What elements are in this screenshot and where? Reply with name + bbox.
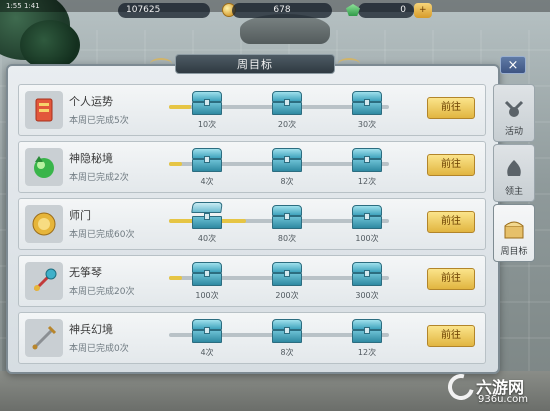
reward-chest-icon[interactable] [272,262,302,286]
reward-chest-icon[interactable] [352,262,382,286]
goal-name: 无筝琴 [69,266,102,279]
title-ornament-right [338,58,360,70]
tier-label: 20次 [277,120,297,129]
goal-name: 师门 [69,209,91,222]
weekly-goal-icon [504,221,524,239]
recharge-label: + [419,5,427,15]
jade-pendant-icon [25,262,63,300]
tier-label: 80次 [277,234,297,243]
tier-label: 300次 [355,291,379,300]
reward-chest-icon[interactable] [192,91,222,115]
goal-progress: 本周已完成5次 [69,116,129,126]
gold-coin-icon [25,205,63,243]
goal-row-qin: 无筝琴 本周已完成20次 100次 200次 300次 前往 [18,255,486,307]
goal-row-divine-weapon: 神兵幻境 本周已完成0次 4次 8次 12次 前往 [18,312,486,364]
gold-currency: 678 [222,2,332,18]
reward-chest-icon[interactable] [272,91,302,115]
go-button[interactable]: 前往 [427,325,475,347]
site-watermark: 六游网 936u.com [443,368,548,408]
silver-currency: 107625 [118,2,210,18]
tier-label: 12次 [357,348,377,357]
go-button[interactable]: 前往 [427,211,475,233]
reward-chest-icon[interactable] [192,319,222,343]
fortune-talisman-icon [25,91,63,129]
fountain-decoration [240,14,330,44]
watermark-url: 936u.com [478,394,528,405]
reward-chest-icon[interactable] [352,205,382,229]
tab-label: 周目标 [500,247,528,257]
reward-chest-icon[interactable] [192,148,222,172]
tab-weekly-goal[interactable]: 周目标 [493,204,535,262]
tier-label: 12次 [357,177,377,186]
tree-decoration [20,20,80,70]
reward-chest-icon[interactable] [352,148,382,172]
go-button[interactable]: 前往 [427,97,475,119]
tier-label: 10次 [197,120,217,129]
tier-label: 4次 [200,348,214,357]
close-button[interactable]: × [500,56,526,74]
green-spirit-icon [25,148,63,186]
tier-label: 8次 [280,177,294,186]
goal-progress: 本周已完成0次 [69,344,129,354]
tab-label: 活动 [504,127,523,137]
recharge-button[interactable]: + [414,2,432,18]
goal-progress: 本周已完成60次 [69,230,135,240]
goal-row-sect: 师门 本周已完成60次 40次 80次 100次 前往 [18,198,486,250]
activity-icon [504,100,524,117]
panel-title: 周目标 [175,54,335,74]
tab-lord[interactable]: 领主 [493,144,535,202]
goal-progress: 本周已完成20次 [69,287,135,297]
gem-amount: 0 [400,5,406,15]
go-button[interactable]: 前往 [427,268,475,290]
goal-name: 神兵幻境 [69,323,113,336]
tier-label: 40次 [197,234,217,243]
gem-icon [346,4,360,16]
watermark-logo-icon [443,369,479,405]
tier-label: 30次 [357,120,377,129]
sword-icon [25,319,63,357]
reward-chest-icon[interactable] [272,319,302,343]
title-ornament-left [150,58,172,70]
tab-label: 领主 [504,187,523,197]
lord-icon [507,160,521,176]
goal-progress: 本周已完成2次 [69,173,129,183]
gold-amount: 678 [273,5,291,15]
gem-currency: 0 + [346,2,432,18]
goal-row-secret-realm: 神隐秘境 本周已完成2次 4次 8次 12次 前往 [18,141,486,193]
goal-name: 个人运势 [69,95,113,108]
silver-amount: 107625 [126,5,161,15]
tier-label: 4次 [200,177,214,186]
goal-name: 神隐秘境 [69,152,113,165]
reward-chest-icon[interactable] [352,91,382,115]
close-icon: × [507,58,519,73]
goal-row-fortune: 个人运势 本周已完成5次 10次 20次 30次 前往 [18,84,486,136]
go-button[interactable]: 前往 [427,154,475,176]
tier-label: 100次 [195,291,219,300]
reward-chest-icon[interactable] [272,205,302,229]
tier-label: 200次 [275,291,299,300]
reward-chest-icon[interactable] [272,148,302,172]
tab-activity[interactable]: 活动 [493,84,535,142]
reward-chest-icon[interactable] [352,319,382,343]
tier-label: 8次 [280,348,294,357]
progress-fill [169,162,183,166]
status-time: 1:55 1:41 [6,2,40,10]
opened-chest-icon[interactable] [191,202,223,229]
reward-chest-icon[interactable] [192,262,222,286]
progress-fill [169,105,191,109]
tier-label: 100次 [355,234,379,243]
progress-fill [169,276,183,280]
